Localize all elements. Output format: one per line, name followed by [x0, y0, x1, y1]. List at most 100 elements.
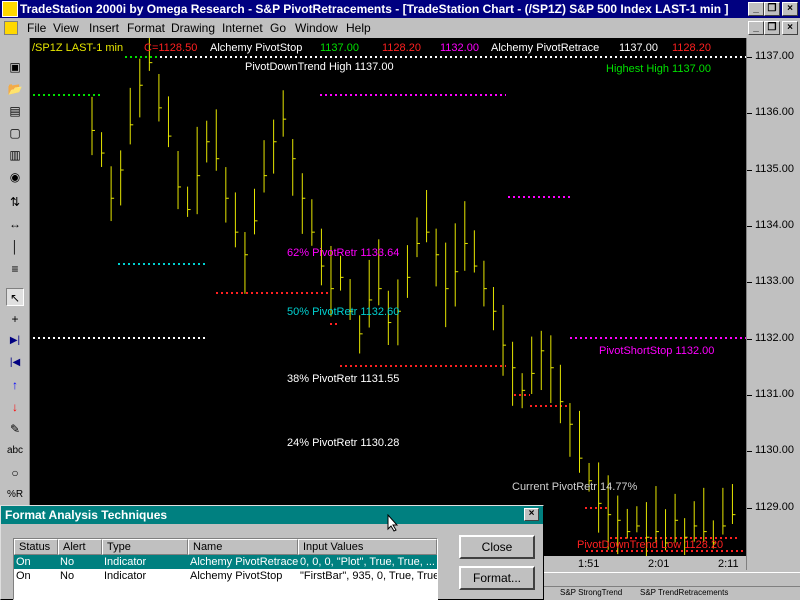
horizontal-lines-icon[interactable]: ≡: [6, 260, 24, 278]
dialog-title: Format Analysis Techniques: [5, 508, 168, 522]
price-tick: 1131.00: [755, 388, 794, 400]
menu-go[interactable]: Go: [270, 21, 286, 35]
chart-doc-icon[interactable]: [4, 21, 18, 35]
window-title: TradeStation 2000i by Omega Research - S…: [20, 2, 729, 16]
vertical-line-icon[interactable]: │: [6, 238, 24, 256]
menu-drawing[interactable]: Drawing: [171, 21, 215, 35]
retrace-38-label: 38% PivotRetr 1131.55: [287, 373, 400, 385]
tab-trend-retracements[interactable]: S&P TrendRetracements: [640, 588, 728, 597]
time-tick: 2:01: [648, 558, 670, 570]
highest-high-label: Highest High 1137.00: [606, 63, 711, 75]
next-bar-icon[interactable]: ▶|: [6, 332, 24, 350]
cell-input-values: 0, 0, 0, "Plot", True, True, ...: [300, 556, 435, 568]
doc-close-button[interactable]: ×: [782, 21, 798, 35]
column-header-input-values[interactable]: Input Values: [298, 539, 437, 555]
up-arrow-icon[interactable]: ↑: [6, 376, 24, 394]
price-tick: 1132.00: [755, 332, 794, 344]
vertical-arrows-icon[interactable]: ⇅: [6, 193, 24, 211]
menu-internet[interactable]: Internet: [222, 21, 263, 35]
price-tick: 1129.00: [755, 501, 794, 513]
menu-file[interactable]: File: [27, 21, 46, 35]
close-button[interactable]: ×: [782, 2, 798, 16]
pivotstop-name: Alchemy PivotStop: [210, 42, 303, 54]
cell-name: Alchemy PivotRetrace: [190, 556, 298, 568]
close-label: C=1128.50: [144, 42, 198, 54]
pointer-icon[interactable]: ↖: [6, 288, 24, 306]
doc-restore-button[interactable]: ❐: [764, 21, 780, 35]
copy-icon[interactable]: ▣: [6, 58, 24, 76]
menu-help[interactable]: Help: [346, 21, 371, 35]
restore-button[interactable]: ❐: [764, 2, 780, 16]
dialog-close-icon[interactable]: ×: [524, 508, 539, 521]
downtrend-high-label: PivotDownTrend High 1137.00: [245, 61, 394, 73]
cell-type: Indicator: [104, 556, 147, 568]
chart-icon[interactable]: ▥: [6, 146, 24, 164]
page-icon[interactable]: ▢: [6, 124, 24, 142]
price-chart[interactable]: /SP1Z LAST-1 min C=1128.50 Alchemy Pivot…: [30, 38, 746, 558]
time-tick: 1:51: [578, 558, 600, 570]
workspace-tabs: S&P StrongTrend S&P TrendRetracements: [544, 586, 800, 600]
cell-alert: No: [60, 556, 75, 568]
price-tick: 1137.00: [755, 50, 794, 62]
menu-format[interactable]: Format: [127, 21, 165, 35]
window-icon[interactable]: ▤: [6, 102, 24, 120]
pivotretrace-value-2: 1128.20: [672, 42, 711, 54]
time-tick: 2:11: [718, 558, 739, 570]
column-header-status[interactable]: Status: [14, 539, 58, 555]
tab-strong-trend[interactable]: S&P StrongTrend: [560, 588, 622, 597]
pivot-short-stop-label: PivotShortStop 1132.00: [599, 345, 715, 357]
horizontal-scrollbar[interactable]: [544, 572, 800, 586]
pencil-icon[interactable]: ✎: [6, 420, 24, 438]
cell-type: Indicator: [104, 570, 147, 582]
column-header-alert[interactable]: Alert: [58, 539, 102, 555]
minimize-button[interactable]: _: [748, 2, 764, 16]
price-tick: 1134.00: [755, 219, 794, 231]
menu-view[interactable]: View: [53, 21, 79, 35]
retrace-62-label: 62% PivotRetr 1133.64: [287, 247, 400, 259]
percent-retracement-icon[interactable]: %R: [6, 486, 24, 504]
chart-canvas: [33, 38, 746, 558]
retrace-50-label: 50% PivotRetr 1132.60: [287, 306, 400, 318]
mouse-cursor-icon: [387, 514, 399, 532]
app-icon[interactable]: [2, 1, 18, 17]
table-row[interactable]: On No Indicator Alchemy PivotRetrace 0, …: [14, 555, 437, 569]
downtrend-low-label: PivotDownTrend Low 1128.20: [577, 539, 724, 551]
symbol-label: /SP1Z LAST-1 min: [32, 42, 124, 54]
cell-name: Alchemy PivotStop: [190, 570, 283, 582]
cell-status: On: [16, 570, 31, 582]
dialog-title-bar[interactable]: Format Analysis Techniques: [1, 506, 543, 524]
price-tick: 1130.00: [755, 444, 794, 456]
time-axis[interactable]: 1:51 2:01 2:11: [544, 556, 746, 572]
previous-bar-icon[interactable]: |◀: [6, 354, 24, 372]
menu-insert[interactable]: Insert: [89, 21, 119, 35]
price-tick: 1133.00: [755, 275, 794, 287]
retrace-24-label: 24% PivotRetr 1130.28: [287, 437, 400, 449]
window-title-bar[interactable]: TradeStation 2000i by Omega Research - S…: [0, 0, 800, 18]
pivotretrace-name: Alchemy PivotRetrace: [491, 42, 600, 54]
price-axis[interactable]: 1137.00 1136.00 1135.00 1134.00 1133.00 …: [746, 38, 800, 570]
analysis-techniques-table[interactable]: Status Alert Type Name Input Values On N…: [13, 538, 438, 600]
table-row[interactable]: On No Indicator Alchemy PivotStop "First…: [14, 569, 437, 583]
menu-bar: File View Insert Format Drawing Internet…: [0, 18, 800, 38]
record-icon[interactable]: ◉: [6, 168, 24, 186]
down-arrow-icon[interactable]: ↓: [6, 398, 24, 416]
cell-alert: No: [60, 570, 75, 582]
column-header-type[interactable]: Type: [102, 539, 188, 555]
crosshair-icon[interactable]: +: [6, 310, 24, 328]
format-button[interactable]: Format...: [459, 566, 535, 590]
pivotretrace-value-1: 1137.00: [619, 42, 658, 54]
close-dialog-button[interactable]: Close: [459, 535, 535, 559]
cell-input-values: "FirstBar", 935, 0, True, True, ...: [300, 570, 437, 582]
pivotstop-value-2: 1128.20: [382, 42, 421, 54]
text-tool-icon[interactable]: abc: [6, 442, 24, 460]
open-folder-icon[interactable]: 📂: [6, 80, 24, 98]
pivotstop-value-1: 1137.00: [320, 42, 359, 54]
doc-minimize-button[interactable]: _: [748, 21, 764, 35]
ellipse-icon[interactable]: ○: [6, 464, 24, 482]
current-retrace-label: Current PivotRetr 14.77%: [512, 481, 638, 493]
pivotretrace-value-0: 1132.00: [440, 42, 479, 54]
menu-window[interactable]: Window: [295, 21, 338, 35]
price-tick: 1136.00: [755, 106, 794, 118]
column-header-name[interactable]: Name: [188, 539, 298, 555]
horizontal-arrows-icon[interactable]: ↔: [6, 215, 24, 233]
